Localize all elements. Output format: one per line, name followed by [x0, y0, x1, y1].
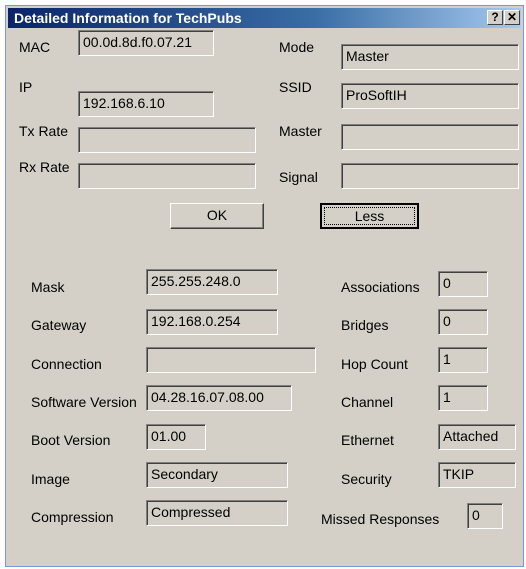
- bridges-field: 0: [438, 309, 488, 335]
- mask-field: 255.255.248.0: [146, 269, 278, 295]
- ethernet-label: Ethernet: [341, 432, 394, 448]
- dialog-body: Detailed Information for TechPubs ? ✕ MA…: [6, 6, 523, 566]
- mac-label: MAC: [19, 39, 51, 55]
- signal-field: [341, 163, 519, 189]
- boot-version-field: 01.00: [146, 424, 206, 450]
- signal-label: Signal: [279, 169, 318, 185]
- software-version-field: 04.28.16.07.08.00: [146, 385, 292, 411]
- associations-field: 0: [438, 271, 488, 297]
- connection-field: [146, 347, 316, 373]
- missed-responses-label: Missed Responses: [321, 511, 440, 527]
- image-field: Secondary: [146, 462, 288, 488]
- boot-version-label: Boot Version: [31, 432, 111, 448]
- close-button[interactable]: ✕: [504, 10, 520, 25]
- compression-label: Compression: [31, 509, 114, 525]
- dialog-title: Detailed Information for TechPubs: [14, 10, 242, 26]
- channel-label: Channel: [341, 394, 394, 410]
- detail-dialog: Detailed Information for TechPubs ? ✕ MA…: [5, 5, 524, 567]
- ip-label: IP: [19, 79, 33, 95]
- image-label: Image: [31, 471, 70, 487]
- tx-rate-label: Tx Rate: [19, 123, 69, 139]
- software-version-label: Software Version: [31, 394, 137, 410]
- less-button-label: Less: [324, 207, 415, 225]
- master-label: Master: [279, 123, 322, 139]
- mode-field: Master: [341, 44, 519, 70]
- hop-count-field: 1: [438, 347, 488, 373]
- missed-responses-field: 0: [467, 503, 503, 529]
- mode-label: Mode: [279, 39, 315, 55]
- rx-rate-label: Rx Rate: [19, 159, 70, 175]
- connection-label: Connection: [31, 356, 102, 372]
- ip-field: 192.168.6.10: [78, 91, 214, 117]
- ethernet-field: Attached: [438, 424, 516, 450]
- ssid-label: SSID: [279, 79, 312, 95]
- ssid-field: ProSoftIH: [341, 83, 519, 109]
- channel-field: 1: [438, 385, 488, 411]
- help-button[interactable]: ?: [487, 10, 503, 25]
- master-field: [341, 124, 519, 150]
- rx-rate-field: [78, 163, 256, 189]
- gateway-field: 192.168.0.254: [146, 309, 278, 335]
- mask-label: Mask: [31, 279, 65, 295]
- tx-rate-field: [78, 127, 256, 153]
- compression-field: Compressed: [146, 500, 288, 526]
- bridges-label: Bridges: [341, 317, 389, 333]
- gateway-label: Gateway: [31, 317, 87, 333]
- mac-field: 00.0d.8d.f0.07.21: [78, 30, 214, 56]
- hop-count-label: Hop Count: [341, 356, 408, 372]
- security-label: Security: [341, 471, 392, 487]
- security-field: TKIP: [438, 462, 516, 488]
- less-button[interactable]: Less: [320, 203, 419, 229]
- associations-label: Associations: [341, 279, 420, 295]
- title-bar[interactable]: Detailed Information for TechPubs ? ✕: [8, 8, 521, 28]
- ok-button[interactable]: OK: [170, 203, 264, 229]
